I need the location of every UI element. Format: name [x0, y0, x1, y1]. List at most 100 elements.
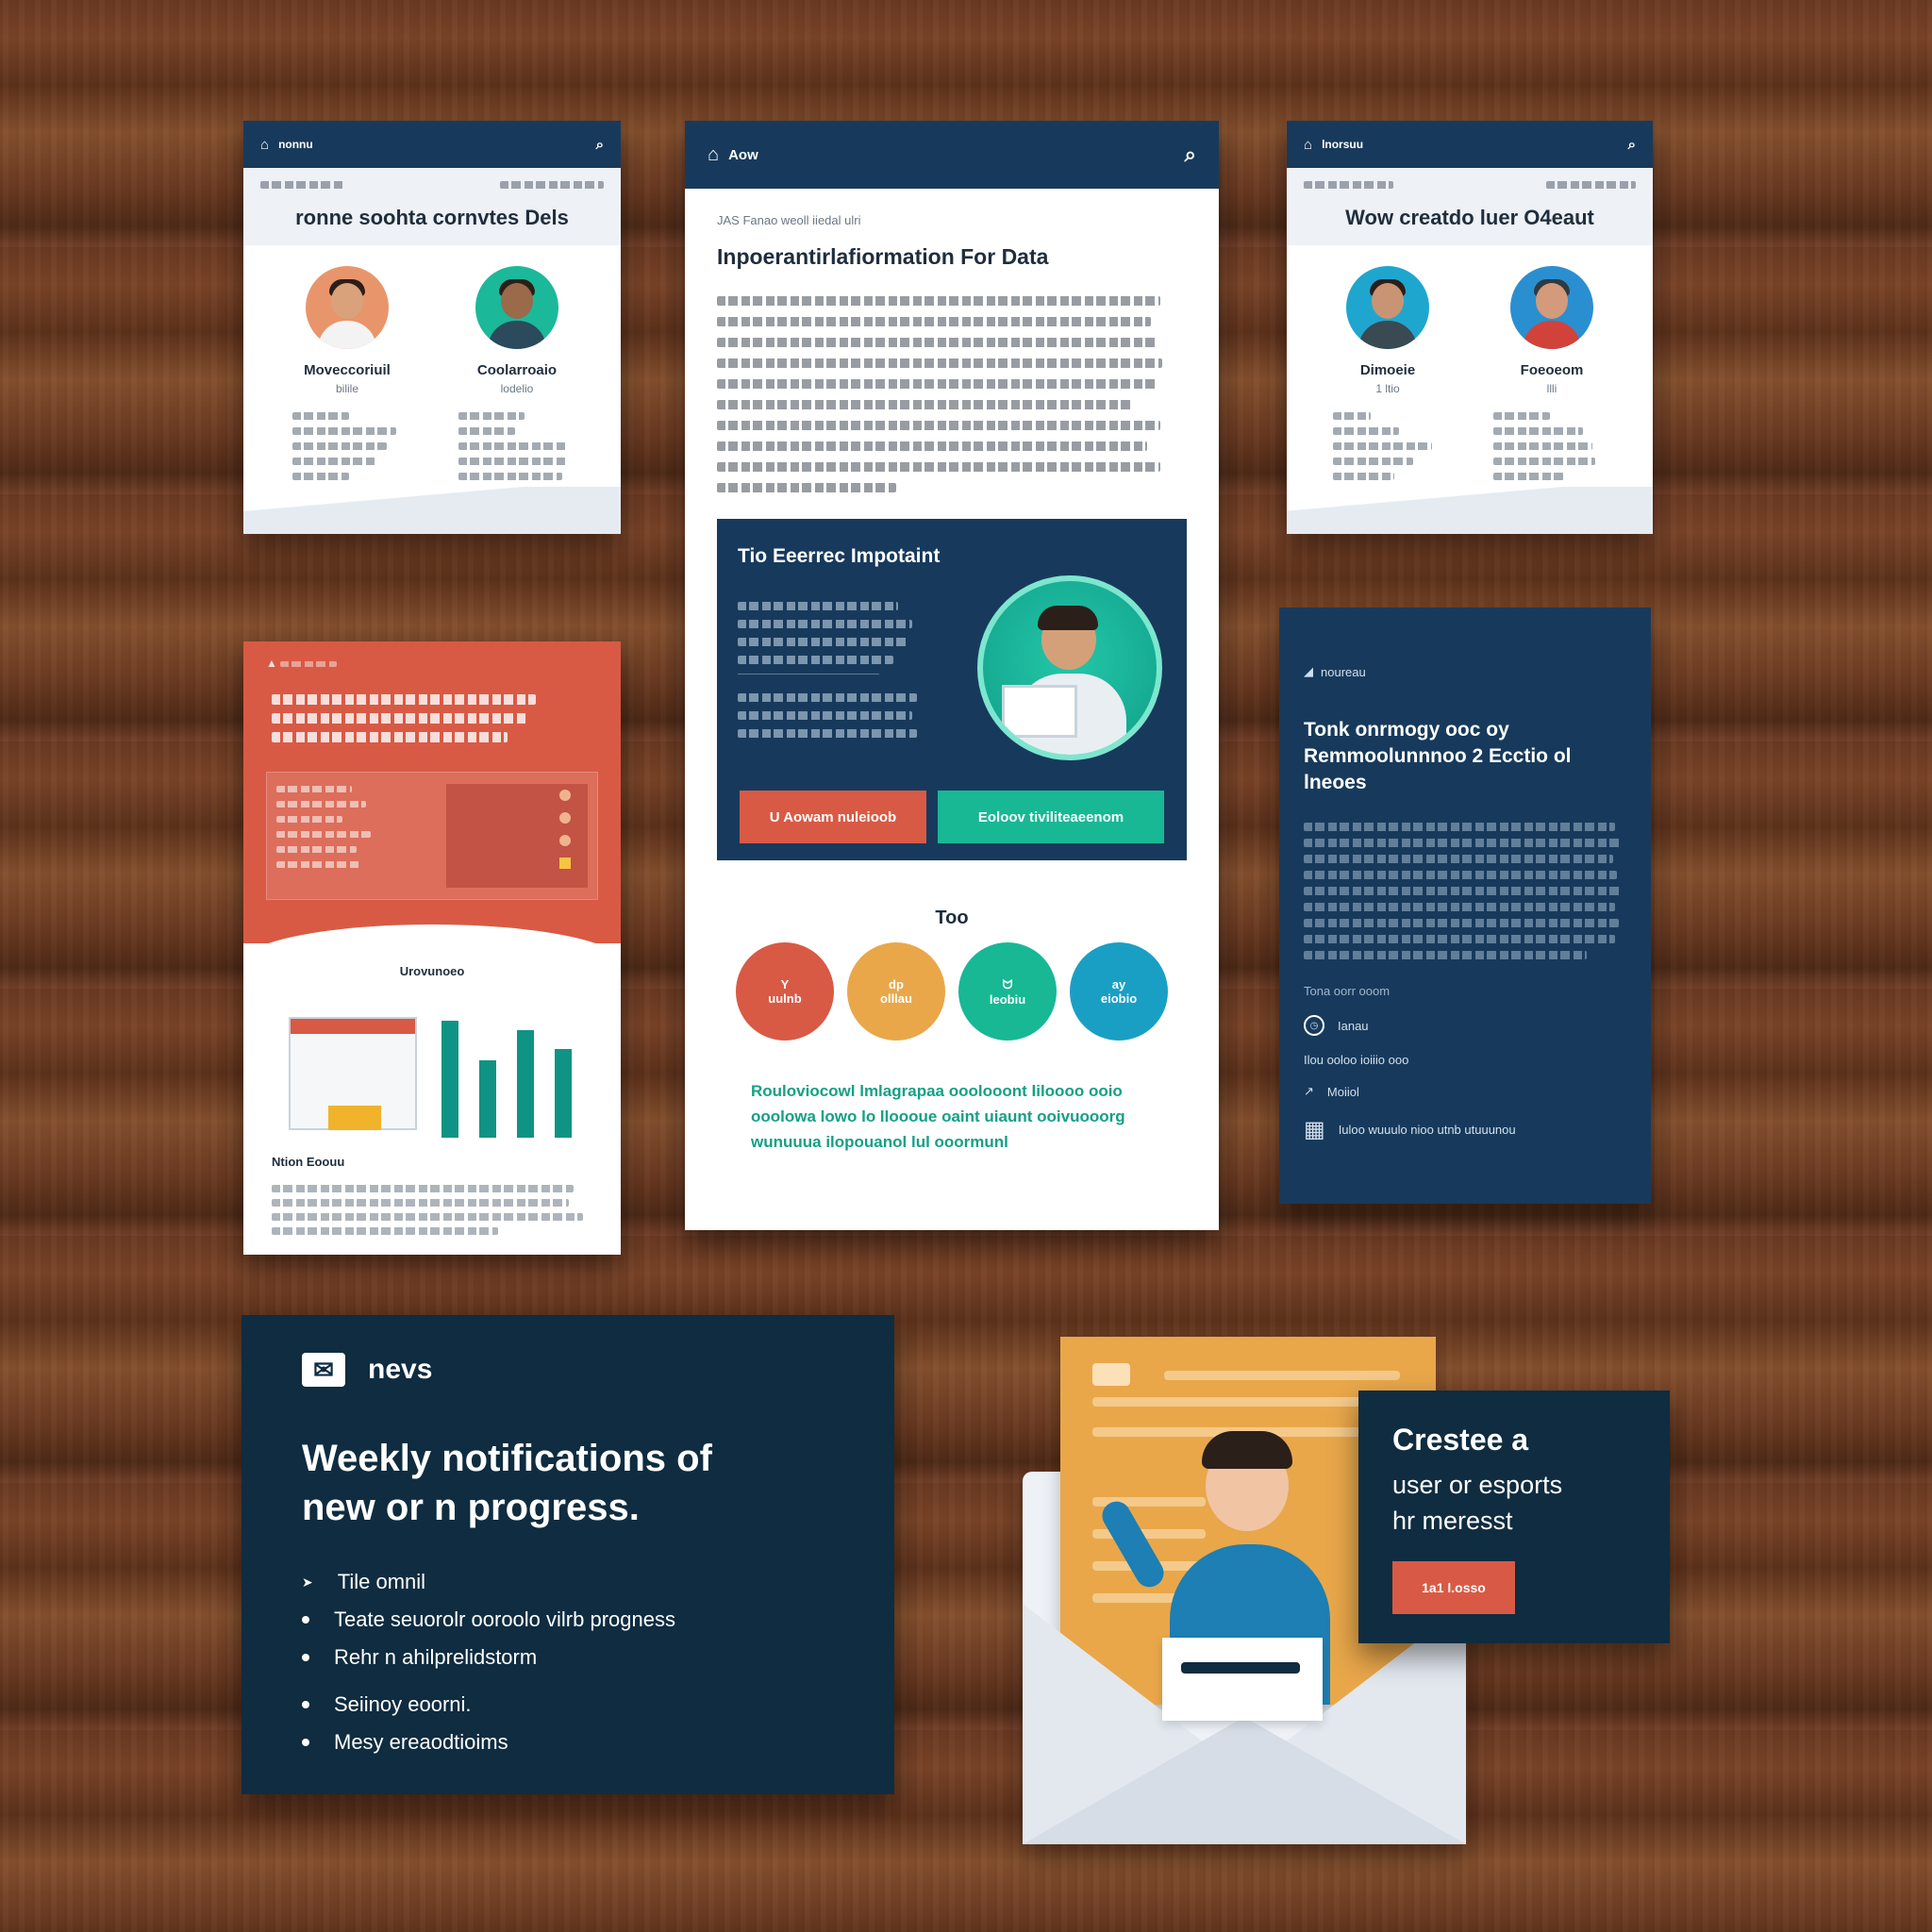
article-body — [685, 270, 1219, 492]
report-card: ▲ Urovunoeo Ntion Eoouu — [243, 641, 621, 1255]
avatar — [1346, 266, 1429, 349]
category-circle[interactable]: dp olllau — [847, 942, 945, 1041]
chart-label: Urovunoeo — [399, 964, 465, 978]
right-profile-navbar: ⌂ lnorsuu ⌕ — [1287, 121, 1653, 168]
article-navbar: ⌂ Aow ⌕ — [685, 121, 1219, 189]
left-profile-nav-label: nonnu — [278, 138, 313, 151]
feature-illustration — [977, 575, 1162, 760]
megaphone-icon: ◢ — [1304, 664, 1313, 678]
person-role: bilile — [335, 382, 358, 395]
category-label: olllau — [880, 991, 912, 1006]
person-card[interactable]: Foeoeom llli — [1495, 266, 1608, 395]
envelope-card — [1162, 1638, 1323, 1721]
article-nav-label: Aow — [728, 146, 758, 163]
left-profile-navbar: ⌂ nonnu ⌕ — [243, 121, 621, 168]
right-profile-nav-label: lnorsuu — [1322, 138, 1364, 151]
list-item: Seiinoy eoorni. — [302, 1692, 834, 1717]
category-icon: ᗢ — [1002, 976, 1013, 991]
chart-icon: ↗ — [1304, 1084, 1314, 1098]
person-card[interactable]: Moveccoriuil bilile — [291, 266, 404, 395]
category-icon: dp — [889, 977, 904, 991]
article-title: Inpoerantirlafiormation For Data — [717, 244, 1049, 269]
info-title: Tonk onrmogy ooc oy Remmoolunnnoo 2 Ecct… — [1304, 719, 1572, 793]
arrow-icon: ➤ — [302, 1574, 313, 1590]
right-profile-title: Wow creatdo luer O4eaut — [1345, 206, 1594, 229]
category-icon: Y — [780, 977, 790, 991]
category-circle[interactable]: ay eiobio — [1070, 942, 1168, 1041]
cta-subtitle: user or esports hr meresst — [1392, 1467, 1636, 1539]
feature-panel: Tio Eeerrec Impotaint U Aowam nuleioob E… — [717, 519, 1187, 860]
report-caption: Ntion Eoouu — [272, 1155, 345, 1169]
decorative-wave — [1287, 487, 1653, 534]
info-body — [1279, 796, 1651, 959]
person-role: llli — [1546, 382, 1557, 395]
person-role: 1 ltio — [1375, 382, 1400, 395]
left-profile-header: ronne soohta cornvtes Dels — [243, 168, 621, 245]
search-icon[interactable]: ⌕ — [1628, 137, 1636, 153]
info-row-label: Ilou ooloo ioiiio ooo — [1304, 1053, 1409, 1067]
report-header: ▲ — [243, 641, 621, 943]
bar-chart — [432, 1019, 621, 1138]
right-profile-header: Wow creatdo luer O4eaut — [1287, 168, 1653, 245]
info-card: ◢ noureau Tonk onrmogy ooc oy Remmoolunnn… — [1279, 608, 1651, 1204]
right-profile-card: ⌂ lnorsuu ⌕ Wow creatdo luer O4eaut Dimo… — [1287, 121, 1653, 534]
list-item: Rehr n ahilprelidstorm — [302, 1645, 834, 1670]
person-role: lodelio — [500, 382, 534, 395]
logo-icon: ▲ — [266, 657, 277, 670]
avatar — [1510, 266, 1593, 349]
info-row-label: Moiiol — [1326, 1084, 1359, 1099]
list-item: Teate seuorolr ooroolo vilrb progness — [302, 1607, 834, 1632]
person-details — [1287, 395, 1653, 480]
document-illustration — [289, 1017, 417, 1130]
newsletter-card: ✉ nevs Weekly notifications of new or n p… — [242, 1315, 894, 1794]
cta-button[interactable]: 1a1 l.osso — [1392, 1561, 1515, 1614]
person-name: Coolarroaio — [476, 362, 558, 378]
left-profile-card: ⌂ nonnu ⌕ ronne soohta cornvtes Dels Mov… — [243, 121, 621, 534]
newsletter-brand-name: nevs — [368, 1354, 433, 1385]
home-icon[interactable]: ⌂ — [260, 137, 269, 153]
headline-line: Weekly notifications of — [302, 1438, 712, 1479]
search-icon[interactable]: ⌕ — [1185, 142, 1196, 167]
category-circle[interactable]: Yuulnb — [736, 942, 834, 1041]
section-title: Too — [935, 908, 969, 928]
person-card[interactable]: Coolarroaio lodelio — [460, 266, 574, 395]
feature-title: Tio Eeerrec Impotaint — [738, 545, 941, 567]
info-row[interactable]: ↗ Moiiol — [1279, 1067, 1651, 1099]
info-row-label: Ianau — [1338, 1018, 1369, 1033]
category-label: leobiu — [989, 991, 1026, 1007]
newsletter-brand: ✉ nevs — [302, 1353, 834, 1387]
category-icon: ay — [1111, 977, 1126, 991]
list-item: ➤ Tile omnil — [302, 1570, 426, 1593]
left-profile-title: ronne soohta cornvtes Dels — [295, 206, 569, 229]
category-circles: Yuulnb dp olllau ᗢ leobiu ay eiobio — [685, 942, 1219, 1041]
article-card: ⌂ Aow ⌕ JAS Fanao weoll iiedal ulri Inpo… — [685, 121, 1219, 1230]
teal-paragraph: Rouloviocowl lmlagrapaa ooolooont lilooo… — [751, 1082, 1125, 1151]
newsletter-bullets: ➤ Tile omnil Teate seuorolr ooroolo vilrb… — [302, 1570, 834, 1755]
category-label: eiobio — [1100, 991, 1138, 1006]
report-panel — [266, 772, 598, 900]
info-row[interactable]: Ilou ooloo ioiiio ooo — [1279, 1036, 1651, 1067]
info-row[interactable]: ▦ Iuloo wuuulo nioo utnb utuuunou — [1279, 1099, 1651, 1143]
clock-icon: ◷ — [1304, 1015, 1324, 1036]
headline-line: new or n progress. — [302, 1487, 640, 1528]
category-circle[interactable]: ᗢ leobiu — [958, 942, 1057, 1041]
cta-title: Crestee a — [1392, 1423, 1529, 1457]
cta-line: user or esports — [1392, 1471, 1563, 1499]
home-icon[interactable]: ⌂ — [708, 144, 719, 166]
cta-card: Crestee a user or esports hr meresst 1a1 … — [1358, 1391, 1670, 1643]
mail-icon: ✉ — [302, 1353, 345, 1387]
secondary-action-button[interactable]: Eoloov tiviliteaeenom — [938, 791, 1164, 843]
list-item: Mesy ereaodtioims — [302, 1730, 834, 1755]
search-icon[interactable]: ⌕ — [596, 137, 604, 153]
person-details — [243, 395, 621, 480]
person-name: Foeoeom — [1520, 362, 1584, 378]
decorative-wave — [243, 487, 621, 534]
home-icon[interactable]: ⌂ — [1304, 137, 1312, 153]
info-row-label: Iuloo wuuulo nioo utnb utuuunou — [1338, 1123, 1516, 1137]
avatar — [475, 266, 558, 349]
person-card[interactable]: Dimoeie 1 ltio — [1331, 266, 1444, 395]
primary-action-button[interactable]: U Aowam nuleioob — [740, 791, 926, 843]
info-tag: noureau — [1321, 664, 1366, 679]
avatar — [306, 266, 389, 349]
info-row[interactable]: ◷ Ianau — [1279, 998, 1651, 1036]
